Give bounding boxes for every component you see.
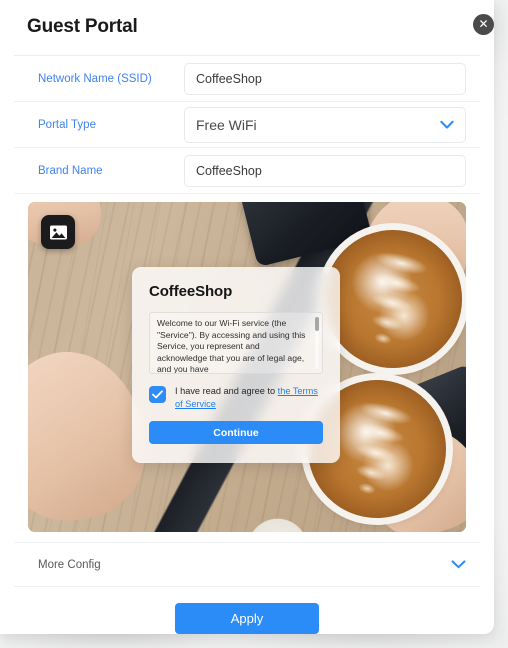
more-config-row[interactable]: More Config [14,543,480,587]
modal-header: Guest Portal [0,0,494,55]
portal-preview-row: CoffeeShop Welcome to our Wi-Fi service … [14,194,480,543]
guest-portal-modal: Guest Portal Network Name (SSID) Portal … [0,0,494,634]
more-config-label: More Config [38,558,101,571]
label-portal-type: Portal Type [38,118,96,131]
form-row-brand-name: Brand Name [14,148,480,194]
close-circle-icon[interactable]: ✕ [473,14,494,35]
form-row-portal-type: Portal Type [14,102,480,148]
agree-text: I have read and agree to the Terms of Se… [175,385,323,410]
field-wrap-ssid [184,62,466,95]
field-wrap-portal-type [184,106,466,143]
agree-checkbox[interactable] [149,386,166,403]
portal-preview-stage: CoffeeShop Welcome to our Wi-Fi service … [28,202,466,532]
form-row-ssid: Network Name (SSID) [14,56,480,102]
check-icon [152,390,163,399]
agree-text-prefix: I have read and agree to [175,386,278,396]
portal-brand-title: CoffeeShop [149,283,233,300]
image-placeholder-icon[interactable] [41,215,75,249]
modal-footer: Apply [0,587,494,634]
latte-cup-top [324,230,462,368]
network-name-input[interactable] [184,62,466,95]
brand-name-input[interactable] [184,154,466,187]
continue-button[interactable]: Continue [149,421,323,444]
terms-scrollbar[interactable] [315,317,319,369]
label-brand-name: Brand Name [38,164,103,177]
latte-art-top [343,240,443,358]
latte-art-bottom [327,390,427,508]
agree-row: I have read and agree to the Terms of Se… [149,385,323,410]
chevron-down-icon [451,560,466,569]
terms-text: Welcome to our Wi-Fi service (the "Servi… [157,318,306,374]
portal-type-select[interactable] [184,106,466,143]
terms-scroll-box: Welcome to our Wi-Fi service (the "Servi… [149,312,323,374]
page-title: Guest Portal [27,16,138,37]
apply-button[interactable]: Apply [175,602,319,634]
form-body: Network Name (SSID) Portal Type Brand Na… [14,55,480,194]
field-wrap-brand-name [184,154,466,187]
label-network-name: Network Name (SSID) [38,72,152,85]
captive-portal-card: CoffeeShop Welcome to our Wi-Fi service … [132,267,340,463]
